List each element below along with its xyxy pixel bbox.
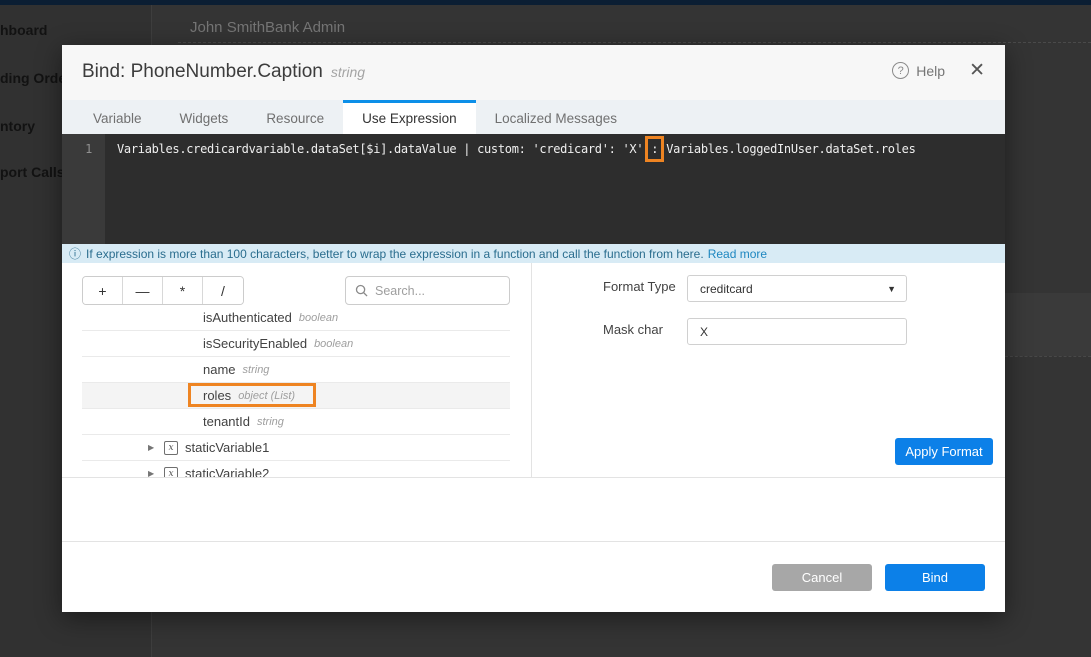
tree-item-issecurityenabled[interactable]: isSecurityEnabled boolean: [82, 331, 510, 357]
tree-item-staticvariable1[interactable]: ▶ x staticVariable1: [82, 435, 510, 461]
plus-operator-button[interactable]: +: [83, 277, 123, 304]
tree-item-name[interactable]: name string: [82, 357, 510, 383]
tree-item-type: string: [257, 416, 284, 428]
mask-char-input[interactable]: [687, 318, 907, 345]
dialog-tabs: Variable Widgets Resource Use Expression…: [62, 100, 1005, 134]
dialog-title-type: string: [331, 64, 365, 80]
dialog-spacer: [62, 477, 1005, 541]
apply-format-button[interactable]: Apply Format: [895, 438, 993, 465]
tree-item-isauthenticated[interactable]: isAuthenticated boolean: [82, 311, 510, 331]
dialog-title-text: Bind: PhoneNumber.Caption: [82, 61, 323, 82]
code-highlighted-token: :: [648, 139, 661, 159]
tree-item-name: name: [203, 362, 236, 377]
code-after: Variables.loggedInUser.dataSet.roles: [666, 142, 915, 156]
format-type-select[interactable]: creditcard ▼: [687, 275, 907, 302]
tree-item-name: tenantId: [203, 414, 250, 429]
tree-item-name: staticVariable2: [185, 466, 269, 477]
canvas-dashed-border-2: [1005, 356, 1091, 357]
minus-operator-button[interactable]: —: [123, 277, 163, 304]
format-type-value: creditcard: [700, 282, 753, 296]
close-icon[interactable]: ✕: [969, 59, 985, 82]
code-before: Variables.credicardvariable.dataSet[$i].…: [117, 142, 643, 156]
app-page-heading: John SmithBank Admin: [190, 19, 345, 36]
tree-item-name: isAuthenticated: [203, 311, 292, 325]
divide-operator-button[interactable]: /: [203, 277, 243, 304]
search-icon: [355, 284, 368, 297]
tree-item-name: isSecurityEnabled: [203, 336, 307, 351]
dialog-header: Bind: PhoneNumber.Caption string ? Help ✕: [62, 45, 1005, 100]
tab-resource[interactable]: Resource: [247, 100, 343, 134]
canvas-region: [1005, 293, 1091, 356]
canvas-dashed-border: [178, 42, 1091, 43]
info-banner: ⓘ If expression is more than 100 charact…: [62, 244, 1005, 263]
tree-item-tenantid[interactable]: tenantId string: [82, 409, 510, 435]
editor-gutter: 1: [62, 134, 105, 244]
expander-icon[interactable]: ▶: [148, 443, 154, 452]
tree-item-type: boolean: [314, 338, 353, 350]
chevron-down-icon: ▼: [887, 284, 896, 294]
variable-icon: x: [164, 467, 178, 478]
expression-editor[interactable]: 1 Variables.credicardvariable.dataSet[$i…: [62, 134, 1005, 244]
variable-search: [345, 276, 510, 305]
expression-code-line: Variables.credicardvariable.dataSet[$i].…: [117, 142, 916, 156]
tree-item-type: string: [243, 364, 270, 376]
sidebar-item-dashboard[interactable]: hboard: [0, 22, 150, 38]
help-button[interactable]: ? Help: [892, 62, 945, 79]
bind-dialog: Bind: PhoneNumber.Caption string ? Help ✕…: [62, 45, 1005, 612]
editor-line-number: 1: [85, 142, 92, 156]
tree-item-roles[interactable]: roles object (List): [82, 383, 510, 409]
operator-buttons: + — * /: [82, 276, 244, 305]
multiply-operator-button[interactable]: *: [163, 277, 203, 304]
screen: hboard ding Order ntory port Calls John …: [0, 0, 1091, 657]
expander-icon[interactable]: ▶: [148, 469, 154, 477]
dialog-footer: Cancel Bind: [62, 541, 1005, 612]
app-topbar: [0, 0, 1091, 5]
read-more-link[interactable]: Read more: [708, 247, 767, 261]
search-input[interactable]: [375, 284, 495, 298]
tree-item-staticvariable2[interactable]: ▶ x staticVariable2: [82, 461, 510, 477]
dialog-title: Bind: PhoneNumber.Caption string: [82, 61, 365, 83]
variable-icon: x: [164, 441, 178, 455]
tab-variable[interactable]: Variable: [74, 100, 161, 134]
help-icon: ?: [892, 62, 909, 79]
info-icon: ⓘ: [69, 245, 81, 262]
tab-widgets[interactable]: Widgets: [161, 100, 248, 134]
cancel-button[interactable]: Cancel: [772, 564, 872, 591]
mask-char-label: Mask char: [603, 322, 663, 337]
variable-tree: isAuthenticated boolean isSecurityEnable…: [82, 311, 510, 477]
info-banner-text: If expression is more than 100 character…: [86, 247, 704, 261]
tree-item-name: staticVariable1: [185, 440, 269, 455]
help-label: Help: [916, 63, 945, 79]
tree-item-name: roles: [203, 388, 231, 403]
tab-use-expression[interactable]: Use Expression: [343, 100, 476, 134]
panel-divider: [531, 263, 532, 477]
dialog-body: + — * / isAuthenticated boolean isSecuri: [62, 263, 1005, 477]
format-type-label: Format Type: [603, 279, 676, 294]
bind-button[interactable]: Bind: [885, 564, 985, 591]
tree-item-type: boolean: [299, 312, 338, 324]
tab-localized-messages[interactable]: Localized Messages: [476, 100, 636, 134]
tree-item-type: object (List): [238, 390, 295, 402]
